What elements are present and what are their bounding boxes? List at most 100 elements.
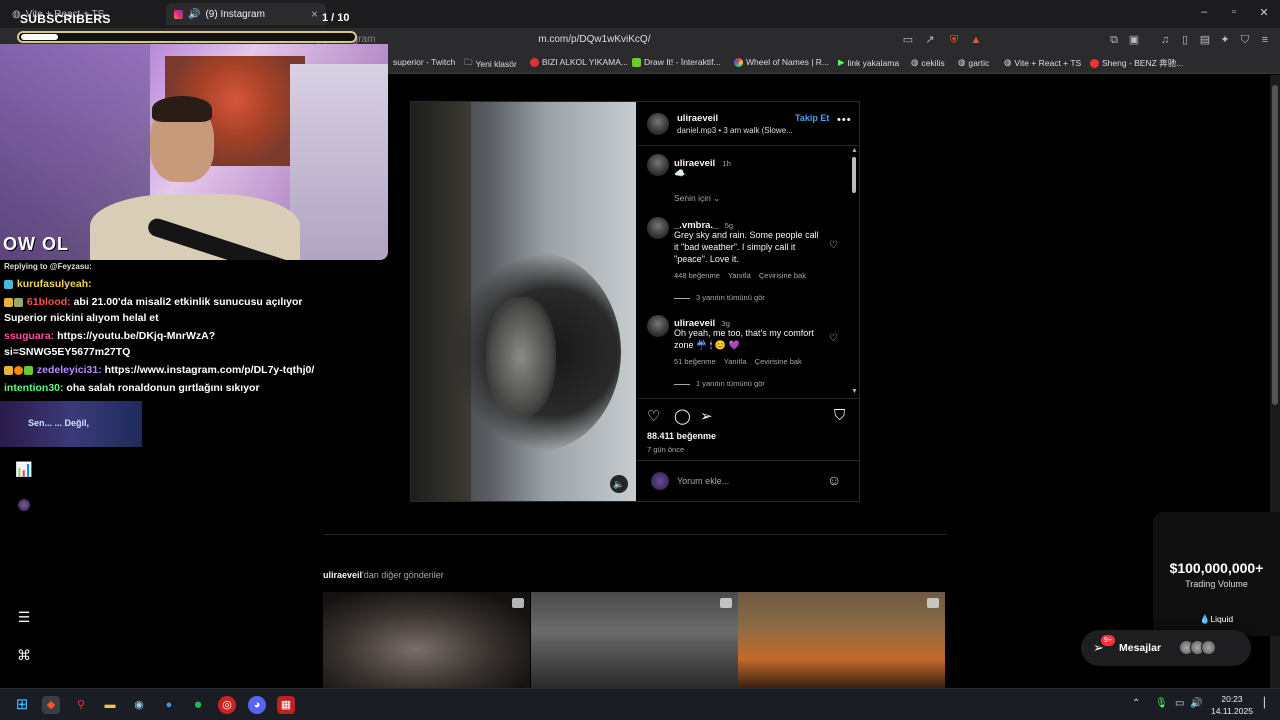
menu-icon[interactable]: ☰ xyxy=(14,609,34,626)
wheel-icon xyxy=(734,57,743,67)
follow-button[interactable]: Takip Et xyxy=(795,113,829,123)
post-thumbnail[interactable] xyxy=(323,592,530,688)
maps-pin-icon[interactable]: ⚲ xyxy=(72,696,90,714)
close-window-icon[interactable]: ✕ xyxy=(1256,6,1272,19)
stream-chat: Replying to @Feyzasu: kurufasulyeah: 61b… xyxy=(0,262,388,402)
apps-icon[interactable]: ⌘ xyxy=(14,647,34,664)
notification-icon[interactable]: ▏ xyxy=(1264,698,1272,709)
avatar[interactable] xyxy=(14,498,34,514)
chat-text: https://www.instagram.com/p/DL7y-tqthj0/ xyxy=(104,364,315,376)
comment-icon[interactable]: ◯ xyxy=(674,407,691,425)
bookmark-icon[interactable]: ⛉ xyxy=(834,407,845,424)
comments-scroll-thumb[interactable] xyxy=(852,157,856,193)
tab-instagram[interactable]: 🔊 (9) Instagram × xyxy=(166,3,326,25)
comment-likes[interactable]: 51 beğenme xyxy=(674,357,716,366)
wallet-icon[interactable]: ▤ xyxy=(1198,33,1212,47)
windows-start-icon[interactable]: ⊞ xyxy=(13,696,31,714)
comments-scrollbar[interactable]: ▲ ▼ xyxy=(849,147,859,397)
instagram-icon xyxy=(174,9,183,19)
maximize-icon[interactable]: ▫ xyxy=(1226,6,1242,18)
comment-likes[interactable]: 448 beğenme xyxy=(674,271,720,280)
obs-icon[interactable]: ◎ xyxy=(218,696,236,714)
post-username[interactable]: uliraeveil xyxy=(677,113,718,124)
view-replies[interactable]: 1 yanıtın tümünü gör xyxy=(674,379,765,388)
avatar[interactable] xyxy=(647,113,669,135)
view-replies[interactable]: 3 yanıtın tümünü gör xyxy=(674,293,765,302)
volume-icon[interactable]: 🔊 xyxy=(1190,698,1202,709)
avatar[interactable] xyxy=(647,315,669,337)
network-icon[interactable]: ▭ xyxy=(1175,698,1184,709)
avatar[interactable] xyxy=(647,217,669,239)
reply-button[interactable]: Yanıtla xyxy=(724,357,747,366)
translate-button[interactable]: Çevirisine bak xyxy=(755,357,802,366)
brave-shield-icon[interactable]: ⛨ xyxy=(947,33,961,47)
screenshot-icon[interactable]: ▣ xyxy=(1127,33,1141,47)
leo-icon[interactable]: ✦ xyxy=(1218,33,1232,47)
more-options-icon[interactable]: ••• xyxy=(837,114,852,126)
post-actions: ♡ ◯ ➢ ⛉ 88.411 beğenme 7 gün önce xyxy=(637,398,860,460)
scroll-up-icon[interactable]: ▲ xyxy=(851,147,858,154)
vpn-icon[interactable]: ⛉ xyxy=(1238,33,1252,47)
app-icon[interactable]: ▦ xyxy=(277,696,295,714)
sidebar-icon[interactable]: ▯ xyxy=(1178,33,1192,47)
messages-button[interactable]: ➢ 9+ Mesajlar xyxy=(1081,630,1251,666)
taskbar-clock[interactable]: 20:23 14.11.2025 xyxy=(1206,693,1258,717)
bookmark-item[interactable]: superior - Twitch xyxy=(393,57,455,67)
menu-icon[interactable]: ≡ xyxy=(1258,33,1272,47)
like-count[interactable]: 88.411 beğenme xyxy=(647,431,716,441)
bookmark-item[interactable]: BIZI ALKOL YIKAMA... xyxy=(530,57,628,67)
youtube-icon xyxy=(530,57,539,67)
avatar[interactable] xyxy=(647,154,669,176)
heart-icon[interactable]: ♡ xyxy=(647,407,660,425)
post-thumbnail[interactable] xyxy=(738,592,945,688)
brave-rewards-icon[interactable]: ▲ xyxy=(969,33,983,47)
post-modal: 🔈 uliraeveil daniel.mp3 • 3 am walk (Slo… xyxy=(410,101,860,502)
extensions-icon[interactable]: ⧉ xyxy=(1107,33,1121,47)
post-video[interactable]: 🔈 xyxy=(411,102,636,501)
bookmark-item[interactable]: 🗀 Yeni klasör xyxy=(464,57,517,71)
post-audio[interactable]: daniel.mp3 • 3 am walk (Slowe... xyxy=(677,126,793,135)
bookmark-item[interactable]: ◍ cekilis xyxy=(911,57,945,68)
music-icon[interactable]: ♫ xyxy=(1158,33,1172,47)
bookmark-item[interactable]: ◍ gartic xyxy=(958,57,989,68)
bookmark-item[interactable]: Sheng - BENZ 奔驰... xyxy=(1090,57,1183,69)
cast-icon[interactable]: ▭ xyxy=(901,33,915,47)
brave-icon[interactable]: ◆ xyxy=(42,696,60,714)
bookmark-label: Vite + React + TS xyxy=(1014,57,1082,68)
discord-icon[interactable]: ◕ xyxy=(248,696,266,714)
bookmark-item[interactable]: Wheel of Names | R... xyxy=(734,57,829,67)
close-tab-icon[interactable]: × xyxy=(311,7,318,21)
ad-banner[interactable]: $100,000,000+ Trading Volume 💧Liquid xyxy=(1153,512,1280,636)
translate-button[interactable]: Çevirisine bak xyxy=(759,271,806,280)
emoji-icon[interactable]: ☺ xyxy=(827,472,841,488)
globe-icon: ◍ xyxy=(1004,57,1012,67)
spotify-icon[interactable]: ● xyxy=(189,696,207,714)
bookmark-item[interactable]: Draw It! - İnteraktif... xyxy=(632,57,721,67)
scroll-down-icon[interactable]: ▼ xyxy=(851,388,858,395)
reel-icon xyxy=(720,598,732,608)
minimize-icon[interactable]: – xyxy=(1196,6,1212,18)
post-thumbnail[interactable] xyxy=(531,592,738,688)
url-field[interactable]: (9) Instagram m.com/p/DQw1wKviKcQ/ xyxy=(310,31,890,49)
sort-dropdown[interactable]: Senin için ⌄ xyxy=(674,193,720,204)
app-icon[interactable]: ● xyxy=(160,696,178,714)
reply-button[interactable]: Yanıtla xyxy=(728,271,751,280)
more-posts-username[interactable]: uliraeveil xyxy=(323,570,362,580)
bookmark-item[interactable]: ▶ link yakalama xyxy=(838,57,899,68)
file-explorer-icon[interactable]: ▬ xyxy=(101,696,119,714)
steam-icon[interactable]: ◉ xyxy=(130,696,148,714)
comment-text: Grey sky and rain. Some people call it "… xyxy=(674,230,819,264)
insights-icon[interactable]: 📊 xyxy=(14,461,34,478)
like-comment-icon[interactable]: ♡ xyxy=(829,240,838,251)
bookmark-item[interactable]: ◍ Vite + React + TS xyxy=(1004,57,1081,68)
comment-input[interactable]: Yorum ekle... xyxy=(677,476,729,486)
share-icon[interactable]: ↗ xyxy=(923,33,937,47)
send-icon[interactable]: ➢ xyxy=(700,407,713,425)
chevron-up-icon[interactable]: ⌃ xyxy=(1132,698,1140,709)
microphone-icon[interactable]: 🎙 xyxy=(1155,698,1168,709)
ad-subtitle: Trading Volume xyxy=(1185,579,1248,589)
mute-icon[interactable]: 🔈 xyxy=(610,475,628,493)
scrollbar-thumb[interactable] xyxy=(1272,85,1278,405)
speaker-icon[interactable]: 🔊 xyxy=(188,9,200,20)
like-comment-icon[interactable]: ♡ xyxy=(829,333,838,344)
